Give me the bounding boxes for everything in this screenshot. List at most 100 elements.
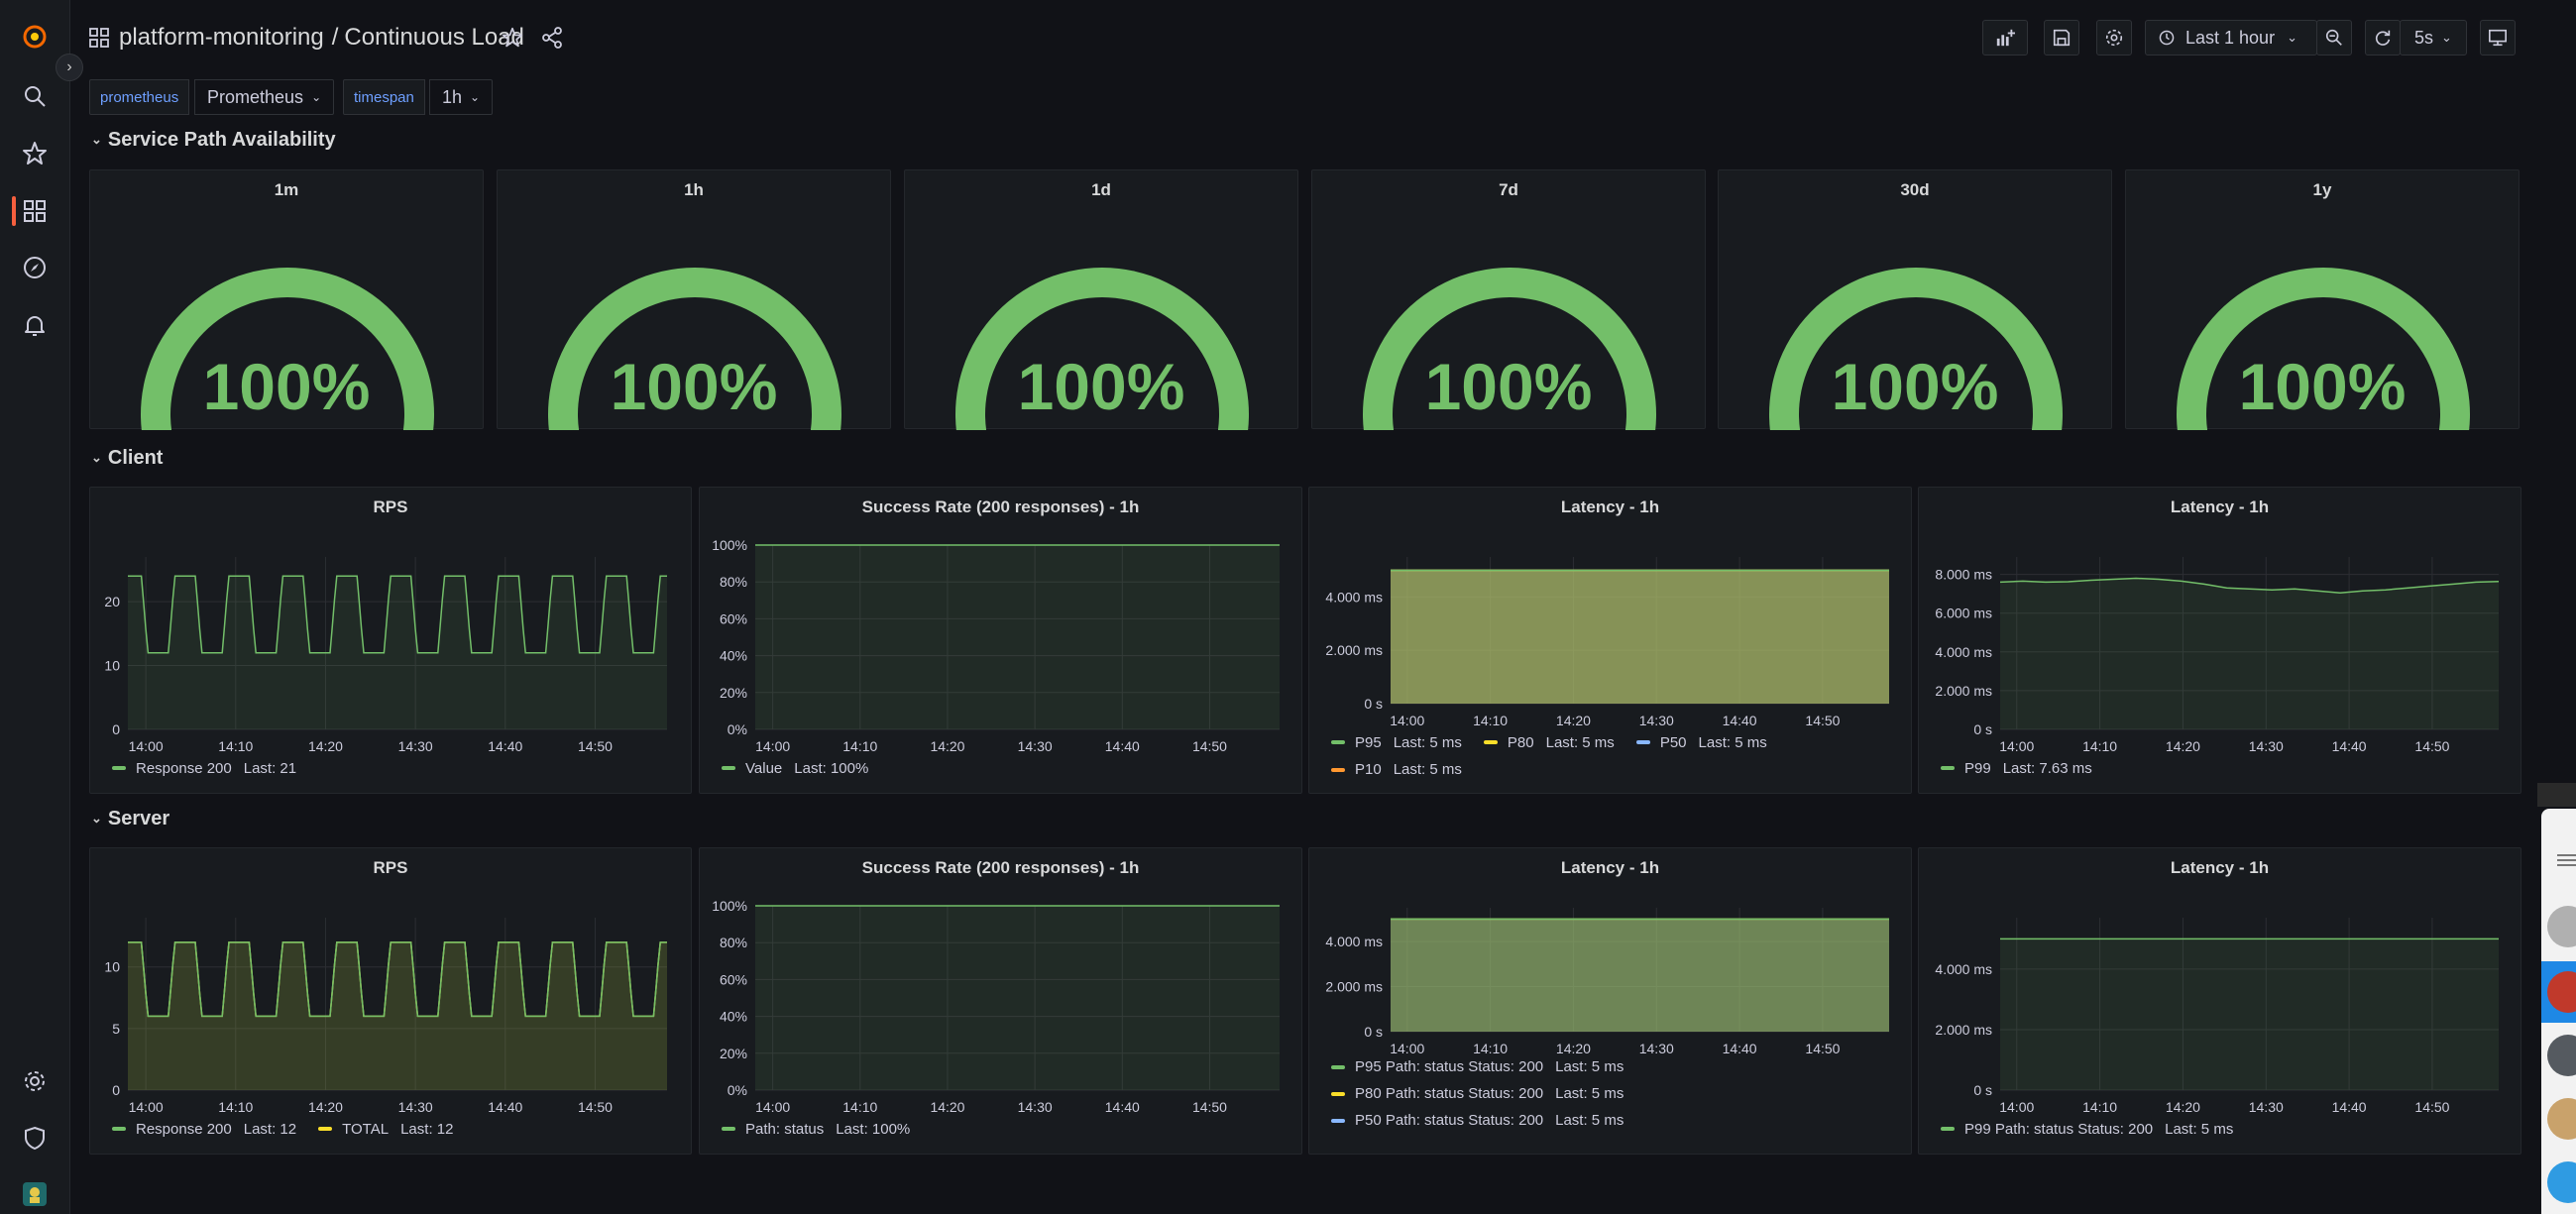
legend-last-value: Last: 5 ms <box>1555 1085 1624 1102</box>
x-tick-label: 14:30 <box>1639 1041 1674 1056</box>
y-tick-label: 20 <box>104 594 120 609</box>
legend-item[interactable]: P50 Last: 5 ms <box>1635 733 1767 751</box>
legend-item[interactable]: P50 Path: status Status: 200 Last: 5 ms <box>1331 1112 1624 1129</box>
refresh-interval-picker[interactable]: 5s ⌄ <box>2400 20 2467 55</box>
dashboard-title[interactable]: Continuous Load <box>344 24 523 51</box>
side-nav <box>0 0 70 1214</box>
star-icon[interactable] <box>502 27 523 54</box>
legend-item[interactable]: P80 Path: status Status: 200 Last: 5 ms <box>1331 1085 1624 1102</box>
menu-icon[interactable] <box>2557 854 2576 856</box>
server-latency-panel[interactable]: Latency - 1h 0 s 2.000 ms 4.000 ms 14:00 14:1… <box>1308 847 1912 1155</box>
starred-icon[interactable] <box>18 137 52 170</box>
series-area <box>755 906 1280 1090</box>
legend-last-value: Last: 100% <box>794 759 869 777</box>
legend-swatch <box>722 1127 735 1131</box>
explore-icon[interactable] <box>18 251 52 284</box>
grafana-logo-icon[interactable] <box>18 20 52 54</box>
legend-item[interactable]: Path: status Last: 100% <box>722 1121 910 1138</box>
y-tick-label: 60% <box>720 610 747 626</box>
gauge-panel[interactable]: 1h 100% <box>497 169 891 430</box>
tv-mode-button[interactable] <box>2480 20 2516 55</box>
gauge-panel[interactable]: 1m 100% <box>89 169 484 430</box>
legend-item[interactable]: Value Last: 100% <box>722 760 868 777</box>
x-tick-label: 14:10 <box>1473 713 1508 728</box>
add-panel-button[interactable] <box>1982 20 2028 55</box>
x-tick-label: 14:40 <box>488 738 522 754</box>
x-tick-label: 14:40 <box>1723 713 1757 728</box>
y-tick-label: 4.000 ms <box>1325 589 1383 605</box>
share-icon[interactable] <box>541 27 563 54</box>
time-range-picker[interactable]: Last 1 hour ⌄ <box>2145 20 2317 55</box>
x-tick-label: 14:00 <box>1999 1099 2034 1115</box>
y-tick-label: 20% <box>720 685 747 701</box>
legend-swatch <box>1331 740 1345 744</box>
legend-last-value: Last: 5 ms <box>1393 733 1462 751</box>
shield-icon[interactable] <box>18 1121 52 1155</box>
legend: P99 Path: status Status: 200 Last: 5 ms <box>1941 1118 2255 1138</box>
client-success-panel[interactable]: Success Rate (200 responses) - 1h 0% 20% 40… <box>699 487 1302 794</box>
variable-select-timespan[interactable]: 1h ⌄ <box>429 79 494 115</box>
legend: Value Last: 100% <box>722 757 890 777</box>
y-tick-label: 80% <box>720 935 747 950</box>
chevron-down-icon: ⌄ <box>470 90 481 104</box>
expand-nav-chevron-icon[interactable]: › <box>56 54 83 81</box>
server-latency-p99-panel[interactable]: Latency - 1h 0 s 2.000 ms 4.000 ms 14:00 14:1… <box>1918 847 2521 1155</box>
x-tick-label: 14:50 <box>2414 1099 2449 1115</box>
breadcrumb-folder[interactable]: platform-monitoring <box>119 24 324 51</box>
client-rps-panel[interactable]: RPS 0 10 20 14:00 14:10 14:20 14:30 14:40 14:50 Re… <box>89 487 692 794</box>
legend: P99 Last: 7.63 ms <box>1941 757 2114 777</box>
x-tick-label: 14:30 <box>1018 1099 1053 1115</box>
legend-item[interactable]: Response 200 Last: 12 <box>112 1121 296 1138</box>
legend-series-name: P95 Path: status Status: 200 <box>1355 1058 1544 1075</box>
server-rps-panel[interactable]: RPS 0 5 10 14:00 14:10 14:20 14:30 14:40 14:50 Res… <box>89 847 692 1155</box>
legend-series-name: P95 <box>1355 733 1382 751</box>
legend-series-name: Path: status <box>745 1120 825 1138</box>
legend-series-name: P50 <box>1659 733 1687 751</box>
row-client[interactable]: ⌄ Client <box>91 447 163 470</box>
gauge-panel[interactable]: 1d 100% <box>904 169 1298 430</box>
y-tick-label: 0 s <box>1364 1024 1383 1040</box>
legend-item[interactable]: P80 Last: 5 ms <box>1483 733 1615 751</box>
gauge-value: 100% <box>1017 350 1185 423</box>
y-tick-label: 8.000 ms <box>1935 567 1992 583</box>
server-success-panel[interactable]: Success Rate (200 responses) - 1h 0% 20% 40… <box>699 847 1302 1155</box>
y-tick-label: 40% <box>720 1009 747 1025</box>
legend-item[interactable]: P99 Path: status Status: 200 Last: 5 ms <box>1941 1121 2233 1138</box>
x-tick-label: 14:50 <box>1805 1041 1840 1056</box>
variable-select-prometheus[interactable]: Prometheus ⌄ <box>194 79 335 115</box>
zoom-out-button[interactable] <box>2316 20 2352 55</box>
y-tick-label: 60% <box>720 971 747 987</box>
dashboard-settings-button[interactable] <box>2096 20 2132 55</box>
save-dashboard-button[interactable] <box>2044 20 2079 55</box>
y-tick-label: 0% <box>728 1082 747 1098</box>
legend-item[interactable]: TOTAL Last: 12 <box>318 1121 453 1138</box>
legend-item[interactable]: P95 Last: 5 ms <box>1331 734 1462 751</box>
legend-swatch <box>318 1127 333 1131</box>
settings-gear-icon[interactable] <box>18 1064 52 1098</box>
user-avatar-icon[interactable] <box>18 1177 52 1211</box>
search-icon[interactable] <box>18 79 52 113</box>
gauge-panel[interactable]: 1y 100% <box>2125 169 2520 430</box>
y-tick-label: 0 <box>112 721 120 737</box>
y-tick-label: 0% <box>728 721 747 737</box>
row-server[interactable]: ⌄ Server <box>91 808 169 830</box>
legend-item[interactable]: P95 Path: status Status: 200 Last: 5 ms <box>1331 1058 1624 1075</box>
refresh-button[interactable] <box>2365 20 2401 55</box>
legend-item[interactable]: P99 Last: 7.63 ms <box>1941 760 2092 777</box>
legend-series-name: P80 <box>1507 733 1534 751</box>
y-tick-label: 2.000 ms <box>1325 979 1383 995</box>
x-tick-label: 14:30 <box>398 738 433 754</box>
x-tick-label: 14:50 <box>1192 1099 1227 1115</box>
y-tick-label: 20% <box>720 1046 747 1061</box>
client-latency-p99-panel[interactable]: Latency - 1h 0 s 2.000 ms 4.000 ms 6.000 ms 8… <box>1918 487 2521 794</box>
client-latency-panel[interactable]: Latency - 1h 0 s 2.000 ms 4.000 ms 14:00 14:1… <box>1308 487 1912 794</box>
x-tick-label: 14:20 <box>930 1099 964 1115</box>
row-service-path-availability[interactable]: ⌄ Service Path Availability <box>91 129 336 152</box>
gauge-panel[interactable]: 7d 100% <box>1311 169 1706 430</box>
gauge-panel[interactable]: 30d 100% <box>1718 169 2112 430</box>
dashboards-icon[interactable] <box>18 194 52 228</box>
gauge-value: 100% <box>610 350 778 423</box>
legend-item[interactable]: P10 Last: 5 ms <box>1331 761 1462 778</box>
alerting-bell-icon[interactable] <box>18 308 52 342</box>
legend-item[interactable]: Response 200 Last: 21 <box>112 760 296 777</box>
